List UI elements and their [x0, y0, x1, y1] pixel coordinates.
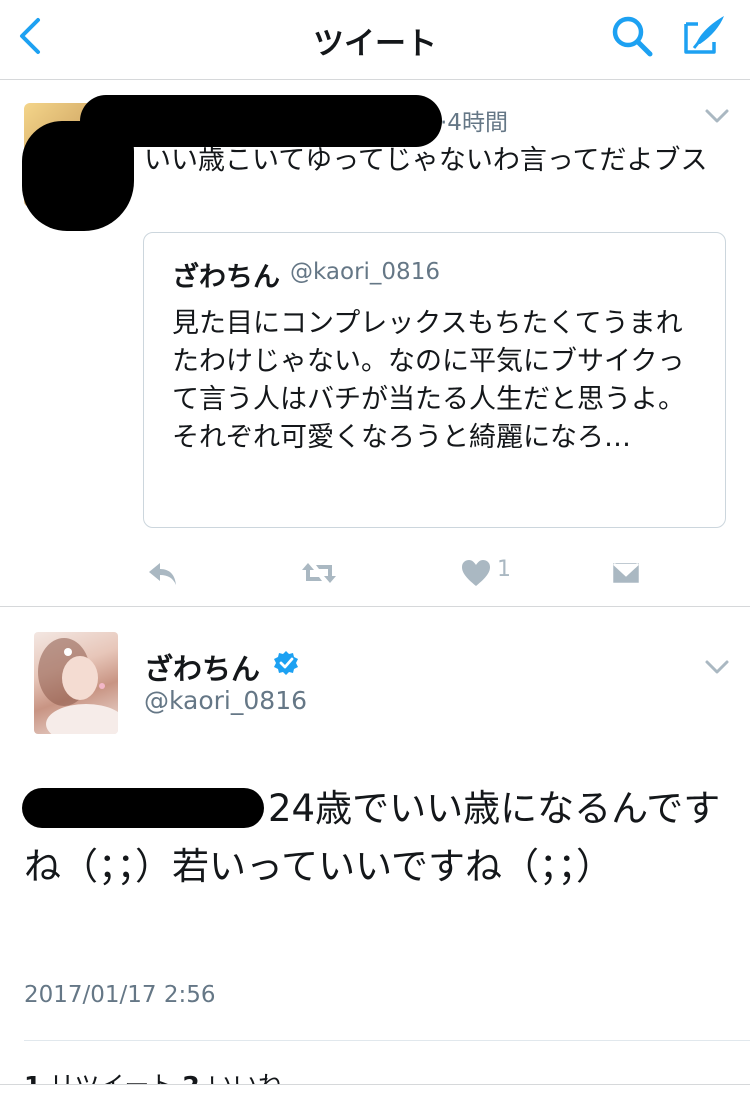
compose-icon[interactable]	[680, 12, 730, 58]
direct-message-icon[interactable]	[611, 557, 641, 589]
quoted-tweet[interactable]: ざわちん @kaori_0816 見た目にコンプレックスもちたくてうまれたわけじ…	[143, 232, 726, 528]
retweet-icon[interactable]	[300, 557, 338, 589]
chevron-down-icon[interactable]	[704, 658, 730, 676]
redaction-mark	[22, 788, 264, 828]
verified-badge-icon	[274, 651, 298, 675]
redaction-mark	[90, 111, 150, 141]
user-handle[interactable]: @kaori_0816	[144, 686, 307, 715]
nav-bar: ツイート	[0, 0, 750, 80]
reply-icon[interactable]	[146, 557, 178, 589]
quoted-user-name: ざわちん	[172, 262, 280, 293]
user-name[interactable]: ざわちん	[144, 646, 260, 688]
heart-icon[interactable]	[461, 557, 491, 589]
avatar[interactable]	[34, 632, 118, 734]
chevron-down-icon[interactable]	[704, 107, 730, 125]
quoted-text: 見た目にコンプレックスもちたくてうまれたわけじゃない。なのに平気にブサイクって言…	[172, 308, 685, 453]
quoted-user-handle: @kaori_0816	[290, 259, 440, 285]
tweet-reply[interactable]: ·4時間 いい歳こいてゆってじゃないわ言ってだよブス ざわちん @kaori_0…	[0, 81, 750, 607]
tweet-timestamp: 2017/01/17 2:56	[24, 982, 216, 1008]
screen-bottom	[0, 1085, 750, 1098]
tweet-time: ·4時間	[440, 110, 508, 136]
like-count: 1	[497, 557, 511, 582]
divider	[24, 1040, 750, 1041]
tweet-actions: 1	[0, 551, 750, 591]
search-icon[interactable]	[608, 14, 658, 58]
tweet-text: いい歳こいてゆってじゃないわ言ってだよブス	[144, 145, 708, 176]
